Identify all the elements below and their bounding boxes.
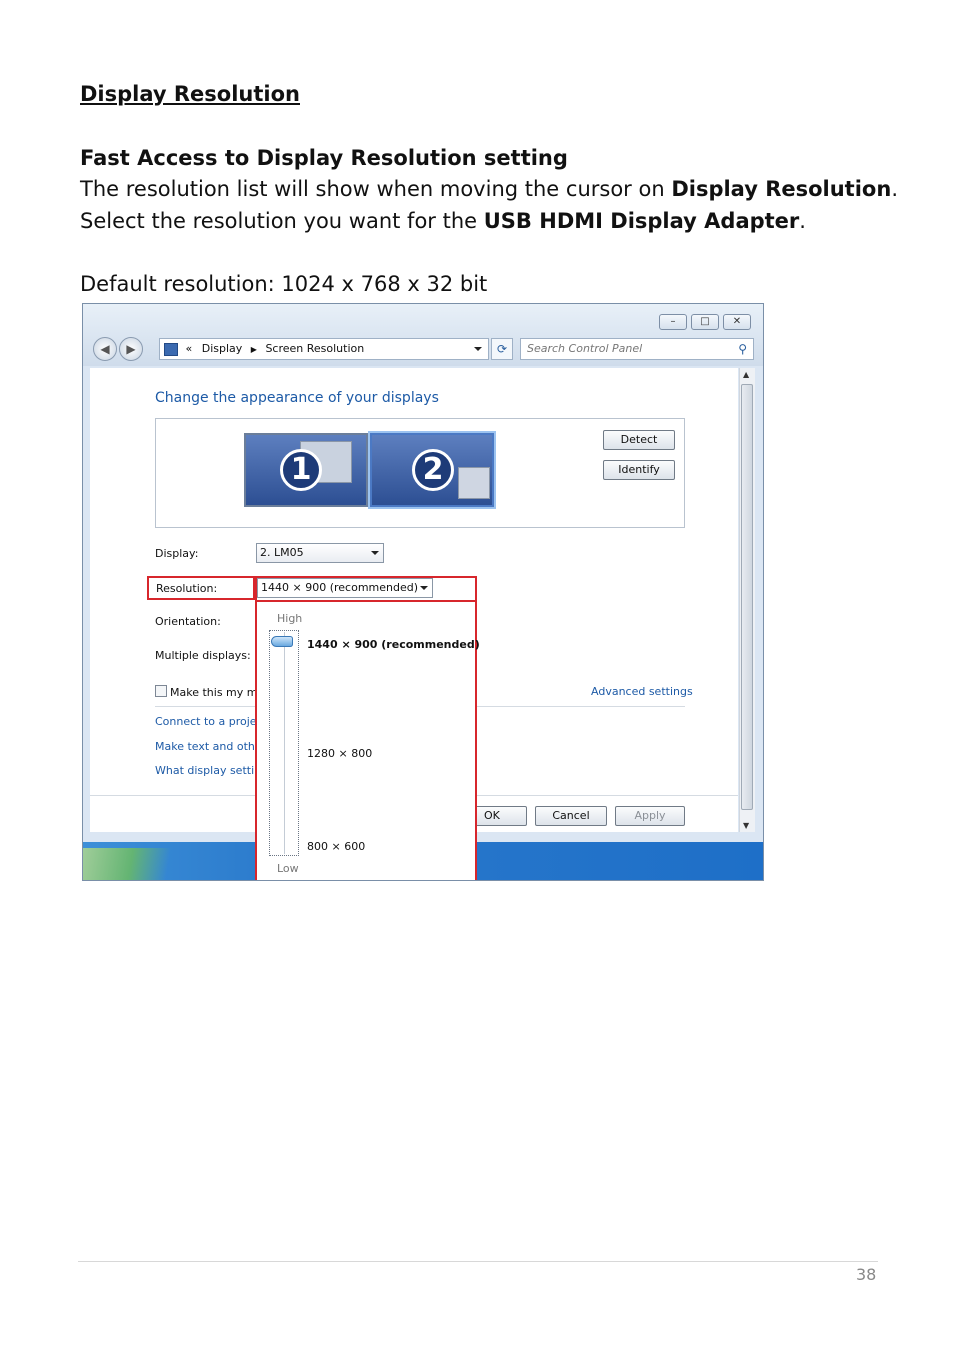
monitor-1[interactable]: 1 bbox=[244, 433, 368, 507]
doc-line-1-bold: Display Resolution bbox=[671, 177, 892, 201]
doc-line-1-end: . bbox=[891, 177, 898, 201]
address-dropdown-icon[interactable] bbox=[474, 347, 482, 351]
detect-button[interactable]: Detect bbox=[603, 430, 675, 450]
scrollbar-thumb[interactable] bbox=[741, 384, 753, 810]
breadcrumb-screen-resolution[interactable]: Screen Resolution bbox=[265, 342, 364, 355]
control-panel-icon bbox=[164, 342, 178, 356]
doc-line-1: The resolution list will show when movin… bbox=[80, 177, 898, 201]
identify-button[interactable]: Identify bbox=[603, 460, 675, 480]
wallpaper-decoration bbox=[83, 848, 203, 880]
close-button[interactable]: ✕ bbox=[723, 314, 751, 330]
page-number: 38 bbox=[856, 1265, 877, 1284]
resolution-option-800[interactable]: 800 × 600 bbox=[307, 840, 365, 853]
maximize-button[interactable]: □ bbox=[691, 314, 719, 330]
monitor-2[interactable]: 2 bbox=[370, 433, 494, 507]
breadcrumb-prefix: « bbox=[185, 342, 193, 355]
back-button[interactable]: ◀ bbox=[93, 337, 117, 361]
orientation-label: Orientation: bbox=[155, 615, 221, 628]
display-arrangement: 1 2 Detect Identify bbox=[155, 418, 685, 528]
resolution-popup: High 1440 × 900 (recommended) 1280 × 800… bbox=[255, 600, 480, 880]
doc-heading: Display Resolution bbox=[80, 82, 300, 106]
search-input[interactable]: Search Control Panel ⚲ bbox=[520, 338, 754, 360]
doc-line-2-text: Select the resolution you want for the bbox=[80, 209, 484, 233]
display-select-value: 2. LM05 bbox=[260, 546, 304, 559]
display-label: Display: bbox=[155, 547, 199, 560]
chevron-down-icon bbox=[371, 551, 379, 555]
slider-high-label: High bbox=[277, 612, 303, 625]
default-resolution-line: Default resolution: 1024 x 768 x 32 bit bbox=[80, 272, 488, 296]
display-select[interactable]: 2. LM05 bbox=[256, 543, 384, 563]
doc-subheading: Fast Access to Display Resolution settin… bbox=[80, 146, 568, 170]
text-size-link[interactable]: Make text and othe bbox=[155, 740, 262, 753]
resolution-label-highlight: Resolution: bbox=[147, 576, 255, 600]
what-display-settings-link[interactable]: What display settin bbox=[155, 764, 261, 777]
cancel-button[interactable]: Cancel bbox=[535, 806, 607, 826]
screen-resolution-window: – □ ✕ ◀ ▶ « Display ▶ Screen Resolution … bbox=[82, 303, 764, 881]
resolution-label: Resolution: bbox=[156, 582, 218, 595]
resolution-option-1280[interactable]: 1280 × 800 bbox=[307, 747, 372, 760]
doc-line-2-bold: USB HDMI Display Adapter bbox=[483, 209, 800, 233]
advanced-settings-link[interactable]: Advanced settings bbox=[591, 685, 693, 698]
monitor-2-number: 2 bbox=[412, 449, 454, 491]
doc-line-2: Select the resolution you want for the U… bbox=[80, 209, 806, 233]
monitor-2-grid-icon bbox=[458, 467, 490, 499]
resolution-option-1440[interactable]: 1440 × 900 (recommended) bbox=[307, 638, 480, 651]
make-main-display-option[interactable]: Make this my m bbox=[155, 685, 257, 699]
breadcrumb-display[interactable]: Display bbox=[202, 342, 243, 355]
slider-low-label: Low bbox=[277, 862, 299, 875]
address-bar[interactable]: « Display ▶ Screen Resolution bbox=[159, 338, 489, 360]
search-placeholder: Search Control Panel bbox=[527, 342, 643, 355]
make-main-label: Make this my m bbox=[170, 686, 258, 699]
page-title: Change the appearance of your displays bbox=[155, 390, 439, 406]
resolution-slider-thumb[interactable] bbox=[271, 636, 293, 647]
monitor-1-number: 1 bbox=[280, 449, 322, 491]
scroll-down-icon[interactable]: ▼ bbox=[743, 821, 749, 830]
doc-line-2-end: . bbox=[799, 209, 806, 233]
chevron-down-icon bbox=[420, 586, 428, 590]
connect-projector-link[interactable]: Connect to a projec bbox=[155, 715, 263, 728]
doc-line-1-text: The resolution list will show when movin… bbox=[80, 177, 672, 201]
slider-tick-line bbox=[284, 632, 285, 854]
footer-rule bbox=[78, 1261, 878, 1262]
resolution-select[interactable]: 1440 × 900 (recommended) bbox=[257, 578, 433, 598]
resolution-select-value: 1440 × 900 (recommended) bbox=[261, 581, 419, 594]
make-main-checkbox[interactable] bbox=[155, 685, 167, 697]
minimize-button[interactable]: – bbox=[659, 314, 687, 330]
search-icon[interactable]: ⚲ bbox=[738, 339, 747, 359]
breadcrumb-arrow-icon: ▶ bbox=[250, 345, 257, 354]
forward-button[interactable]: ▶ bbox=[119, 337, 143, 361]
apply-button[interactable]: Apply bbox=[615, 806, 685, 826]
multiple-displays-label: Multiple displays: bbox=[155, 649, 251, 662]
refresh-icon[interactable]: ⟳ bbox=[491, 338, 513, 360]
scroll-up-icon[interactable]: ▲ bbox=[743, 370, 749, 379]
